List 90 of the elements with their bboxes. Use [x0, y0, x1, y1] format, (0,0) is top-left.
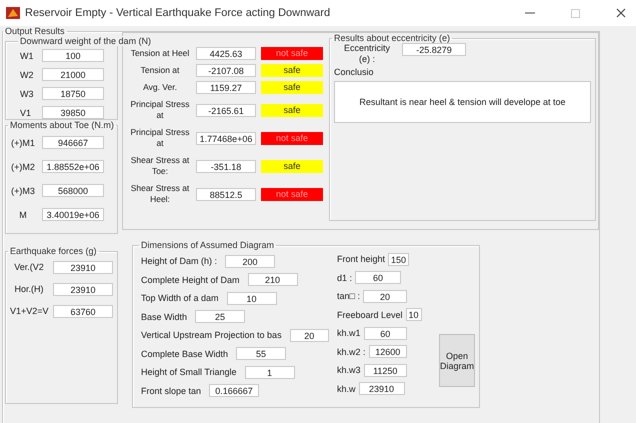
value-field[interactable]: 1159.27 [196, 81, 256, 94]
field-label: Ver.(V2 [13, 262, 45, 272]
value-field[interactable]: -2107.08 [196, 64, 256, 77]
status-indicator: safe [261, 81, 323, 94]
stress-label: Tension at Heel [130, 48, 190, 59]
field-label: Height of Dam (h) : [141, 256, 218, 266]
value-field[interactable]: 55 [236, 347, 286, 360]
value-field[interactable]: -25.8279 [402, 43, 466, 56]
value-field[interactable]: 10 [406, 308, 422, 322]
status-indicator: not safe [261, 47, 323, 60]
value-field[interactable]: 10 [226, 292, 277, 305]
value-field[interactable]: 23910 [53, 282, 113, 296]
field-label: Height of Small Triangle [141, 367, 237, 378]
app-icon [6, 7, 20, 19]
value-field[interactable]: 150 [388, 252, 410, 266]
minimize-icon[interactable] [525, 12, 535, 14]
field-label: Hor.(H) [14, 284, 44, 294]
field-label: Vertical Upstream Projection to bas [141, 330, 282, 340]
value-field[interactable]: 39850 [42, 106, 104, 119]
value-field[interactable]: 60 [364, 326, 407, 340]
field-label: (+)M3 [10, 186, 36, 196]
stress-label: Tension at [140, 65, 180, 76]
value-field[interactable]: 23910 [358, 382, 405, 396]
value-field[interactable]: 63760 [53, 304, 113, 318]
field-label: Eccentricity (e) : [342, 43, 391, 65]
value-field[interactable]: 60 [355, 271, 402, 284]
field-label: V1+V2=V [10, 306, 48, 316]
field-label: Front height [337, 254, 386, 264]
stress-label: Shear Stress at Toe: [130, 155, 190, 177]
field-label: d1 : [337, 272, 352, 283]
value-field[interactable]: 20 [362, 290, 407, 303]
value-field[interactable]: 25 [195, 310, 246, 324]
group-title: Downward weight of the dam (N) [18, 36, 154, 46]
value-field[interactable]: 12600 [368, 345, 407, 358]
value-field[interactable]: 21000 [42, 68, 104, 81]
stress-label: Avg. Ver. [142, 82, 178, 93]
stress-label: Principal Stress at [129, 99, 191, 121]
field-label: Complete Height of Dam [141, 274, 240, 285]
conclusion-text: Resultant is near heel & tension will develope at toe [334, 81, 591, 123]
field-label: Base Width [141, 312, 188, 322]
status-indicator: not safe [261, 188, 323, 200]
value-field[interactable]: 4425.63 [196, 47, 256, 60]
status-indicator: safe [261, 64, 323, 77]
status-indicator: not safe [261, 132, 323, 144]
status-indicator: safe [261, 104, 323, 116]
group-title: Moments about Toe (N.m) [9, 120, 115, 130]
value-field[interactable]: 88512.5 [196, 188, 256, 200]
value-field[interactable]: 200 [225, 254, 276, 268]
field-label: W2 [20, 70, 34, 80]
value-field[interactable]: 20 [290, 328, 329, 342]
value-field[interactable]: 23910 [53, 260, 113, 274]
open-diagram-button[interactable]: Open Diagram [439, 334, 475, 387]
value-field[interactable]: 210 [248, 273, 298, 286]
field-label: Conclusio [334, 67, 375, 77]
value-field[interactable]: 100 [42, 49, 104, 62]
stress-label: Principal Stress at [129, 127, 191, 149]
field-label: Freeboard Level [337, 310, 403, 320]
group-title: Earthquake forces (g) [9, 246, 98, 256]
field-label: kh.w3 [337, 365, 361, 376]
stress-label: Shear Stress at Heel: [130, 183, 190, 205]
field-label: (+)M1 [10, 138, 36, 148]
field-label: kh.w1 [337, 328, 361, 338]
group-title: Results about eccentricity (e) [333, 33, 452, 43]
value-field[interactable]: 1.77468e+06 [196, 132, 256, 144]
field-label: Top Width of a dam [141, 293, 219, 304]
value-field[interactable]: 946667 [42, 136, 104, 149]
field-label: M [18, 210, 28, 220]
field-label: W3 [20, 88, 34, 98]
field-label: Front slope tan [141, 386, 202, 396]
value-field[interactable]: 0.166667 [209, 384, 260, 398]
group-title: Output Results [4, 26, 66, 36]
field-label: Complete Base Width [141, 348, 228, 359]
value-field[interactable]: 1.88552e+06 [42, 160, 104, 173]
close-icon[interactable] [616, 8, 626, 18]
field-label: kh.w [337, 384, 356, 394]
group-title: Dimensions of Assumed Diagram [140, 240, 276, 250]
field-label: kh.w2 : [337, 346, 366, 357]
value-field[interactable]: 3.40019e+06 [42, 208, 104, 221]
field-label: W1 [20, 50, 34, 60]
window-title: Reservoir Empty - Vertical Earthquake Force acting Downward [25, 7, 330, 19]
value-field[interactable]: -2165.61 [196, 104, 256, 116]
value-field[interactable]: -351.18 [196, 160, 256, 172]
value-field[interactable]: 1 [244, 366, 295, 379]
field-label: V1 [20, 108, 32, 118]
field-label: (+)M2 [10, 162, 36, 172]
value-field[interactable]: 18750 [42, 87, 104, 100]
value-field[interactable]: 11250 [364, 364, 407, 377]
status-indicator: safe [261, 160, 323, 172]
value-field[interactable]: 568000 [42, 184, 104, 197]
field-label: tan□ : [337, 291, 360, 302]
